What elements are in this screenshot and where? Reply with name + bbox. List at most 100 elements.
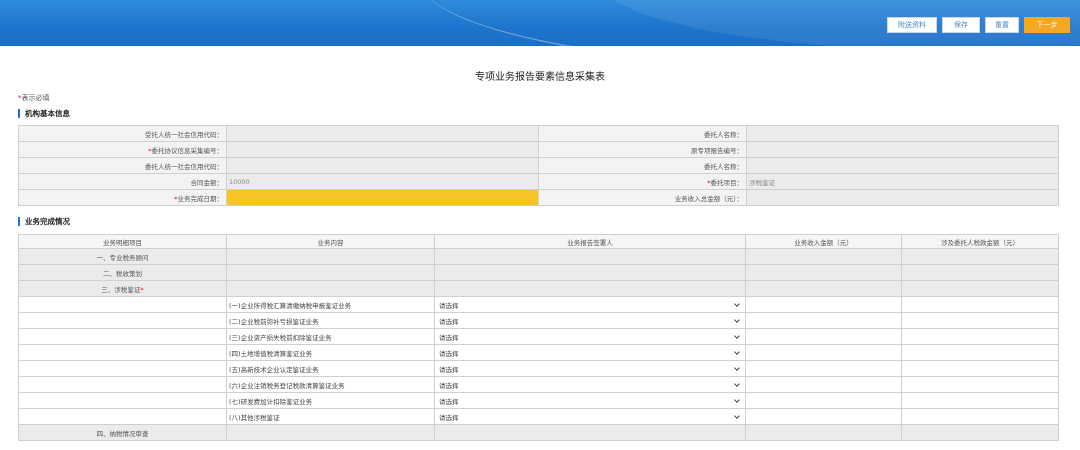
table-row: (七)研发费加计扣除鉴证业务 请选择 — [18, 392, 1059, 409]
category-cell — [18, 296, 227, 313]
table-row: (八)其他涉税鉴证 请选择 — [18, 408, 1059, 425]
income-input[interactable] — [745, 328, 902, 345]
next-step-button[interactable]: 下一步 — [1024, 17, 1070, 33]
info-row: 合同金额： 10000 *委托项目： 涉税鉴证 — [18, 173, 1059, 190]
signer-select[interactable]: 请选择 — [434, 296, 746, 313]
category-cell: 四、纳税情况审查 — [18, 424, 227, 441]
section-basic-info-title: 机构基本信息 — [18, 109, 70, 118]
page-title: 专项业务报告要素信息采集表 — [475, 72, 605, 83]
tax-input[interactable] — [901, 392, 1059, 409]
trustee-credit-code-field[interactable] — [226, 125, 539, 142]
content-cell — [226, 424, 435, 441]
tax-input[interactable] — [901, 408, 1059, 425]
income-cell — [745, 280, 902, 297]
income-input[interactable] — [745, 392, 902, 409]
info-label: 合同金额： — [18, 173, 227, 190]
income-input[interactable] — [745, 360, 902, 377]
signer-cell — [434, 248, 746, 265]
client-name-field[interactable] — [746, 125, 1059, 142]
chevron-down-icon — [734, 300, 740, 307]
signer-select[interactable]: 请选择 — [434, 376, 746, 393]
business-item-label: (二)企业税前弥补亏损鉴证业务 — [226, 312, 435, 329]
required-note: *表示必填 — [18, 93, 50, 103]
category-cell — [18, 344, 227, 361]
business-item-label: (一)企业所得税汇算清缴纳税申报鉴证业务 — [226, 296, 435, 313]
income-input[interactable] — [745, 296, 902, 313]
basic-info-table: 受托人统一社会信用代码： 委托人名称： *委托协议信息采集编号： 原专项报告编号… — [18, 125, 1059, 206]
table-row: 一、专业税务顾问 — [18, 248, 1059, 265]
table-row: 二、税收策划 — [18, 264, 1059, 281]
business-item-label: (八)其他涉税鉴证 — [226, 408, 435, 425]
completion-date-field[interactable] — [226, 189, 539, 206]
tax-input[interactable] — [901, 344, 1059, 361]
category-cell — [18, 328, 227, 345]
table-row: (一)企业所得税汇算清缴纳税申报鉴证业务 请选择 — [18, 296, 1059, 313]
category-cell — [18, 360, 227, 377]
business-table: 业务明细项目 业务内容 业务报告签署人 业务收入金额（元） 涉及委托人税款金额（… — [18, 234, 1059, 441]
signer-select[interactable]: 请选择 — [434, 328, 746, 345]
income-input[interactable] — [745, 408, 902, 425]
chevron-down-icon — [734, 364, 740, 371]
save-button[interactable]: 保存 — [942, 17, 980, 33]
content-cell — [226, 280, 435, 297]
table-row: (五)高新技术企业认定鉴证业务 请选择 — [18, 360, 1059, 377]
column-header: 业务明细项目 — [18, 234, 227, 249]
tax-input[interactable] — [901, 312, 1059, 329]
client-name-field-2[interactable] — [746, 157, 1059, 174]
column-header: 业务报告签署人 — [434, 234, 746, 249]
info-row: *业务完成日期： 业务收入总金额（元）： — [18, 189, 1059, 206]
section-business-title: 业务完成情况 — [18, 217, 70, 226]
category-cell: 三、涉税鉴证* — [18, 280, 227, 297]
original-report-number-field[interactable] — [746, 141, 1059, 158]
tax-input[interactable] — [901, 296, 1059, 313]
signer-select[interactable]: 请选择 — [434, 344, 746, 361]
table-row: (四)土地增值税清算鉴证业务 请选择 — [18, 344, 1059, 361]
table-header-row: 业务明细项目 业务内容 业务报告签署人 业务收入金额（元） 涉及委托人税款金额（… — [18, 234, 1059, 249]
header-decoration-arc — [420, 0, 1080, 46]
info-row: 受托人统一社会信用代码： 委托人名称： — [18, 125, 1059, 142]
info-label: *业务完成日期： — [18, 189, 227, 206]
chevron-down-icon — [734, 332, 740, 339]
income-input[interactable] — [745, 376, 902, 393]
tax-input[interactable] — [901, 328, 1059, 345]
signer-select[interactable]: 请选择 — [434, 392, 746, 409]
info-label: 委托人统一社会信用代码： — [18, 157, 227, 174]
header-bar: 附送资料 保存 重置 下一步 — [0, 0, 1080, 46]
table-row: (六)企业注销税务登记税款清算鉴证业务 请选择 — [18, 376, 1059, 393]
chevron-down-icon — [734, 316, 740, 323]
income-input[interactable] — [745, 312, 902, 329]
chevron-down-icon — [734, 348, 740, 355]
category-cell: 二、税收策划 — [18, 264, 227, 281]
info-label: 委托人名称： — [538, 125, 747, 142]
info-label: 委托人名称： — [538, 157, 747, 174]
income-cell — [745, 264, 902, 281]
signer-select[interactable]: 请选择 — [434, 312, 746, 329]
info-row: *委托协议信息采集编号： 原专项报告编号： — [18, 141, 1059, 158]
info-label: 原专项报告编号： — [538, 141, 747, 158]
business-item-label: (五)高新技术企业认定鉴证业务 — [226, 360, 435, 377]
info-label: 业务收入总金额（元）： — [538, 189, 747, 206]
tax-input[interactable] — [901, 360, 1059, 377]
reset-button[interactable]: 重置 — [985, 17, 1019, 33]
contract-amount-field[interactable]: 10000 — [226, 173, 539, 190]
attach-materials-button[interactable]: 附送资料 — [887, 17, 937, 33]
tax-input[interactable] — [901, 376, 1059, 393]
category-cell — [18, 376, 227, 393]
commission-project-field[interactable]: 涉税鉴证 — [746, 173, 1059, 190]
category-cell — [18, 408, 227, 425]
required-note-text: 表示必填 — [21, 94, 50, 102]
info-label: *委托协议信息采集编号： — [18, 141, 227, 158]
income-cell — [745, 424, 902, 441]
info-label: 受托人统一社会信用代码： — [18, 125, 227, 142]
chevron-down-icon — [734, 396, 740, 403]
column-header: 业务收入金额（元） — [745, 234, 902, 249]
agreement-number-field[interactable] — [226, 141, 539, 158]
signer-select[interactable]: 请选择 — [434, 408, 746, 425]
info-label: *委托项目： — [538, 173, 747, 190]
table-row: 四、纳税情况审查 — [18, 424, 1059, 441]
signer-select[interactable]: 请选择 — [434, 360, 746, 377]
income-input[interactable] — [745, 344, 902, 361]
total-income-field[interactable] — [746, 189, 1059, 206]
client-credit-code-field[interactable] — [226, 157, 539, 174]
signer-cell — [434, 264, 746, 281]
